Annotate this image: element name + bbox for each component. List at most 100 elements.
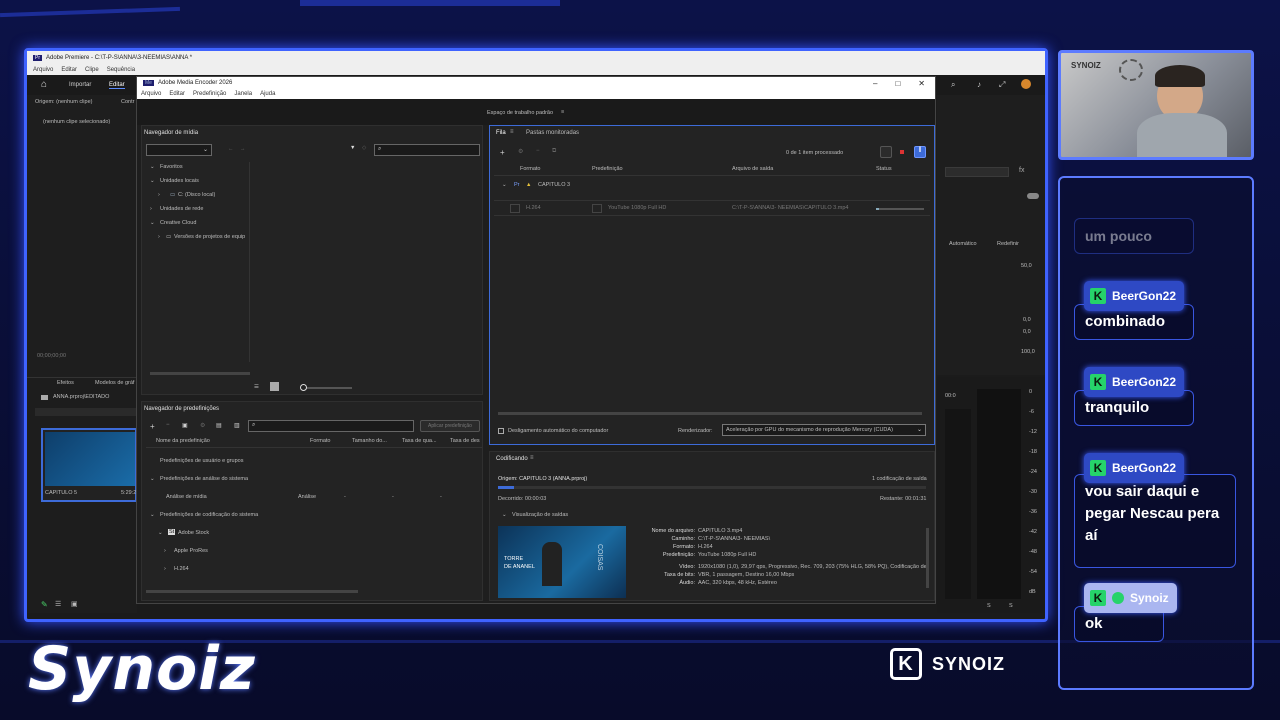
- import-preset-icon[interactable]: ▤: [216, 422, 222, 429]
- toggle-switch[interactable]: [1027, 193, 1039, 199]
- pencil-icon[interactable]: ✎: [41, 600, 48, 609]
- tree-chevron-icon[interactable]: ›: [150, 206, 152, 212]
- tree-scrollbar[interactable]: [150, 372, 250, 375]
- tree-team-projects[interactable]: Versões de projetos de equip: [174, 234, 245, 240]
- list-view-icon[interactable]: ☰: [254, 384, 259, 390]
- project-clip-thumbnail[interactable]: CAPITULO 5 5:29:2: [41, 428, 137, 502]
- tree-chevron-icon[interactable]: ›: [158, 192, 160, 198]
- workspace-menu-icon[interactable]: ≡: [561, 109, 564, 115]
- workspace-label[interactable]: Espaço de trabalho padrão: [487, 110, 553, 116]
- premiere-menu-item[interactable]: Sequência: [107, 67, 135, 73]
- tab-graphics-templates[interactable]: Modelos de gráf: [95, 380, 134, 386]
- col-preset-size[interactable]: Tamanho do...: [352, 438, 387, 444]
- col-preset-name[interactable]: Nome da predefinição: [156, 438, 210, 444]
- preview-toggle-button[interactable]: [880, 146, 892, 158]
- table-row[interactable]: ⌄ St Adobe Stock: [146, 526, 476, 542]
- table-row[interactable]: ⌄ Predefinições de codificação do sistema: [146, 508, 476, 524]
- queue-menu-icon[interactable]: ≡: [510, 129, 514, 135]
- tab-importar[interactable]: Importar: [69, 82, 91, 88]
- meter-solo-left[interactable]: S: [987, 603, 991, 609]
- controls-tab[interactable]: Contr: [121, 99, 134, 105]
- queue-scrollbar[interactable]: [498, 412, 922, 415]
- media-browser-dropdown[interactable]: ⌄: [146, 144, 212, 156]
- table-row[interactable]: › Apple ProRes: [146, 544, 476, 560]
- add-preset-icon[interactable]: +: [150, 422, 155, 431]
- table-row[interactable]: Predefinições de usuário e grupos: [146, 454, 476, 470]
- table-row[interactable]: ⌄ Predefinições de análise do sistema: [146, 472, 476, 488]
- shutdown-checkbox[interactable]: [498, 428, 504, 434]
- premiere-menu-item[interactable]: Editar: [61, 67, 77, 73]
- encoding-menu-icon[interactable]: ≡: [530, 455, 534, 461]
- table-row[interactable]: › H.264: [146, 562, 476, 578]
- zoom-slider[interactable]: [302, 387, 352, 389]
- search-icon[interactable]: ⌕: [951, 80, 955, 90]
- zoom-slider-handle[interactable]: [300, 384, 307, 391]
- close-icon[interactable]: ✕: [918, 79, 925, 88]
- forward-arrow-icon[interactable]: →: [240, 146, 246, 152]
- col-preset-rate[interactable]: Taxa de des: [450, 438, 480, 444]
- add-source-icon[interactable]: +: [500, 148, 505, 157]
- chevron-down-icon[interactable]: ⌄: [158, 530, 163, 536]
- col-format[interactable]: Formato: [520, 166, 540, 172]
- minimize-icon[interactable]: –: [873, 79, 877, 88]
- new-group-icon[interactable]: ▣: [182, 422, 188, 429]
- tree-creative-cloud[interactable]: Creative Cloud: [160, 220, 196, 226]
- redefine-button[interactable]: Redefinir: [997, 241, 1019, 247]
- back-arrow-icon[interactable]: ←: [228, 146, 234, 152]
- apply-preset-button[interactable]: Aplicar predefinição: [420, 420, 480, 432]
- chevron-down-icon[interactable]: ⌄: [150, 512, 155, 518]
- duplicate-icon[interactable]: ⧉: [552, 148, 556, 155]
- tree-disk-c[interactable]: C: (Disco local): [178, 192, 215, 198]
- media-search-input[interactable]: ⌕: [374, 144, 480, 156]
- tree-favorites[interactable]: Favoritos: [160, 164, 183, 170]
- stop-icon[interactable]: [900, 150, 904, 154]
- queue-item-preset[interactable]: YouTube 1080p Full HD: [608, 205, 666, 211]
- chevron-down-icon[interactable]: ⌄: [502, 182, 507, 188]
- tree-chevron-icon[interactable]: ⌄: [150, 220, 155, 226]
- preset-settings-icon[interactable]: ⚙: [200, 422, 205, 429]
- filter-icon[interactable]: ▼: [350, 145, 355, 151]
- meter-solo-right[interactable]: S: [1009, 603, 1013, 609]
- ame-menu-item[interactable]: Arquivo: [141, 91, 161, 97]
- icon-view-icon[interactable]: ▣: [71, 600, 78, 608]
- export-preset-icon[interactable]: ▥: [234, 422, 240, 429]
- tab-effects[interactable]: Efeitos: [57, 380, 74, 386]
- premiere-menu-item[interactable]: Arquivo: [33, 67, 53, 73]
- ame-menu-item[interactable]: Janela: [234, 91, 252, 97]
- preset-search-input[interactable]: ⌕: [248, 420, 414, 432]
- col-output[interactable]: Arquivo de saída: [732, 166, 773, 172]
- maximize-icon[interactable]: □: [895, 79, 900, 88]
- tab-watch-folders[interactable]: Pastas monitoradas: [526, 130, 579, 136]
- remove-icon[interactable]: −: [536, 148, 540, 154]
- speaker-icon[interactable]: ♪: [977, 80, 981, 89]
- tree-chevron-icon[interactable]: ⌄: [150, 178, 155, 184]
- tree-chevron-icon[interactable]: ⌄: [150, 164, 155, 170]
- preset-dropdown[interactable]: [592, 204, 602, 213]
- settings-icon[interactable]: ⚙: [518, 148, 523, 155]
- tree-chevron-icon[interactable]: ›: [158, 234, 160, 240]
- remove-preset-icon[interactable]: −: [166, 422, 170, 428]
- queue-item-output[interactable]: C:\T-P-S\ANNA\3- NEEMIAS\CAPITULO 3.mp4: [732, 205, 848, 211]
- col-preset-format[interactable]: Formato: [310, 438, 330, 444]
- view-toggle-icon[interactable]: ◇: [362, 145, 366, 151]
- project-search-input[interactable]: [35, 408, 137, 416]
- ame-menu-item[interactable]: Ajuda: [260, 91, 275, 97]
- premiere-menu-item[interactable]: Clipe: [85, 67, 99, 73]
- queue-group-row[interactable]: ⌄ Pr ▲ CAPITULO 3: [494, 182, 930, 194]
- automatic-button[interactable]: Automático: [949, 241, 977, 247]
- ame-menu-item[interactable]: Predefinição: [193, 91, 226, 97]
- fx-icon[interactable]: fx: [1019, 167, 1024, 174]
- tree-local-drives[interactable]: Unidades locais: [160, 178, 199, 184]
- ame-menu-item[interactable]: Editar: [169, 91, 185, 97]
- chevron-right-icon[interactable]: ›: [164, 566, 166, 572]
- col-preset-quality[interactable]: Taxa de qua...: [402, 438, 437, 444]
- tab-queue[interactable]: Fila: [496, 130, 506, 136]
- format-dropdown[interactable]: [510, 204, 520, 213]
- tree-network-drives[interactable]: Unidades de rede: [160, 206, 203, 212]
- queue-item-row[interactable]: H.264 YouTube 1080p Full HD C:\T-P-S\ANN…: [494, 200, 930, 216]
- renderer-select[interactable]: Aceleração por GPU do mecanismo de repro…: [722, 424, 926, 436]
- effect-dropdown[interactable]: [945, 167, 1009, 177]
- home-icon[interactable]: ⌂: [41, 79, 47, 90]
- list-view-icon[interactable]: ☰: [55, 600, 61, 608]
- table-row[interactable]: Análise de mídia Análise - - -: [146, 490, 476, 506]
